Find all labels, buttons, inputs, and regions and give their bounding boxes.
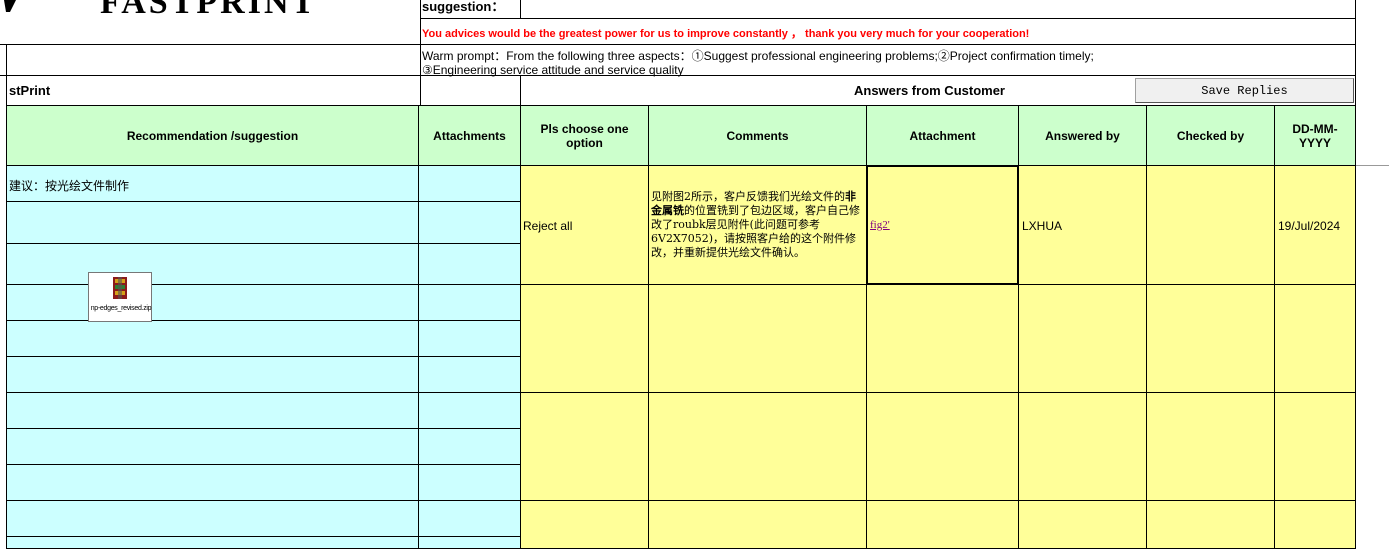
section-right-title: Answers from Customer — [854, 83, 1005, 98]
recommendation-cell[interactable] — [7, 393, 419, 429]
col-comments: Comments — [649, 105, 867, 166]
comment-cell[interactable] — [649, 285, 867, 393]
recommendation-cell[interactable] — [7, 429, 419, 465]
row-1-attachment-link[interactable]: fig2' — [870, 219, 890, 231]
recommendation-cell[interactable] — [7, 537, 419, 549]
section-left-title: stPrint — [9, 83, 51, 98]
option-cell[interactable] — [521, 393, 649, 501]
attachment-cell[interactable] — [867, 501, 1019, 549]
attachments-cell[interactable] — [419, 501, 521, 537]
attachment-cell[interactable] — [867, 285, 1019, 393]
checked-by-cell[interactable] — [1147, 501, 1275, 549]
logo-mark — [2, 0, 16, 12]
recommendation-cell[interactable] — [7, 285, 419, 321]
save-replies-button[interactable]: Save Replies — [1135, 78, 1354, 103]
attachment-file-name: np-edges_revised.zip — [90, 305, 152, 312]
warm-prompt-line1: Warm prompt：From the following three asp… — [422, 49, 1094, 63]
suggestion-label: suggestion： — [422, 0, 505, 14]
attachments-cell[interactable] — [419, 357, 521, 393]
logo-area: FASTPRINT — [0, 0, 420, 45]
advice-text: You advices would be the greatest power … — [422, 28, 1030, 40]
recommendation-cell[interactable] — [7, 244, 419, 285]
row-1-option[interactable]: Reject all — [523, 219, 572, 233]
attachments-cell[interactable] — [419, 166, 521, 202]
attachments-cell[interactable] — [419, 537, 521, 549]
attachment-file[interactable]: np-edges_revised.zip — [88, 272, 152, 322]
option-cell[interactable] — [521, 501, 649, 549]
attachments-cell[interactable] — [419, 202, 521, 244]
logo-text: FASTPRINT — [100, 0, 318, 21]
attachments-cell[interactable] — [419, 321, 521, 357]
col-date: DD-MM-YYYY — [1275, 105, 1356, 166]
col-attachment: Attachment — [867, 105, 1019, 166]
answered-by-cell[interactable] — [1019, 501, 1147, 549]
row-1-comment[interactable]: 见附图2所示，客户反馈我们光绘文件的非金属铣的位置铣到了包边区域，客户自己修改了… — [651, 190, 863, 260]
date-cell[interactable] — [1275, 393, 1356, 501]
checked-by-cell[interactable] — [1147, 166, 1275, 285]
date-cell[interactable] — [1275, 501, 1356, 549]
col-choose-option: Pls choose one option — [521, 105, 649, 166]
answered-by-cell[interactable] — [1019, 285, 1147, 393]
col-answered-by: Answered by — [1019, 105, 1147, 166]
recommendation-cell[interactable] — [7, 501, 419, 537]
recommendation-cell[interactable] — [7, 357, 419, 393]
attachment-cell[interactable] — [867, 393, 1019, 501]
attachments-cell[interactable] — [419, 285, 521, 321]
attachments-cell[interactable] — [419, 429, 521, 465]
recommendation-cell[interactable] — [7, 321, 419, 357]
comment-cell[interactable] — [649, 501, 867, 549]
checked-by-cell[interactable] — [1147, 285, 1275, 393]
recommendation-cell[interactable] — [7, 202, 419, 244]
recommendation-cell[interactable] — [7, 465, 419, 501]
attachments-cell[interactable] — [419, 244, 521, 285]
comment-cell[interactable] — [649, 393, 867, 501]
col-checked-by: Checked by — [1147, 105, 1275, 166]
attachments-cell[interactable] — [419, 393, 521, 429]
zip-file-icon — [113, 277, 127, 299]
attachments-cell[interactable] — [419, 465, 521, 501]
col-recommendation: Recommendation /suggestion — [7, 105, 419, 166]
comment-pre: 见附图2所示，客户反馈我们光绘文件的 — [651, 190, 845, 203]
date-cell[interactable] — [1275, 285, 1356, 393]
answered-by-cell[interactable] — [1019, 393, 1147, 501]
col-attachments: Attachments — [419, 105, 521, 166]
row-1-answered-by[interactable]: LXHUA — [1022, 219, 1062, 233]
option-cell[interactable] — [521, 285, 649, 393]
checked-by-cell[interactable] — [1147, 393, 1275, 501]
row-1-date[interactable]: 19/Jul/2024 — [1278, 219, 1340, 233]
row-1-recommendation[interactable]: 建议：按光绘文件制作 — [9, 177, 129, 194]
